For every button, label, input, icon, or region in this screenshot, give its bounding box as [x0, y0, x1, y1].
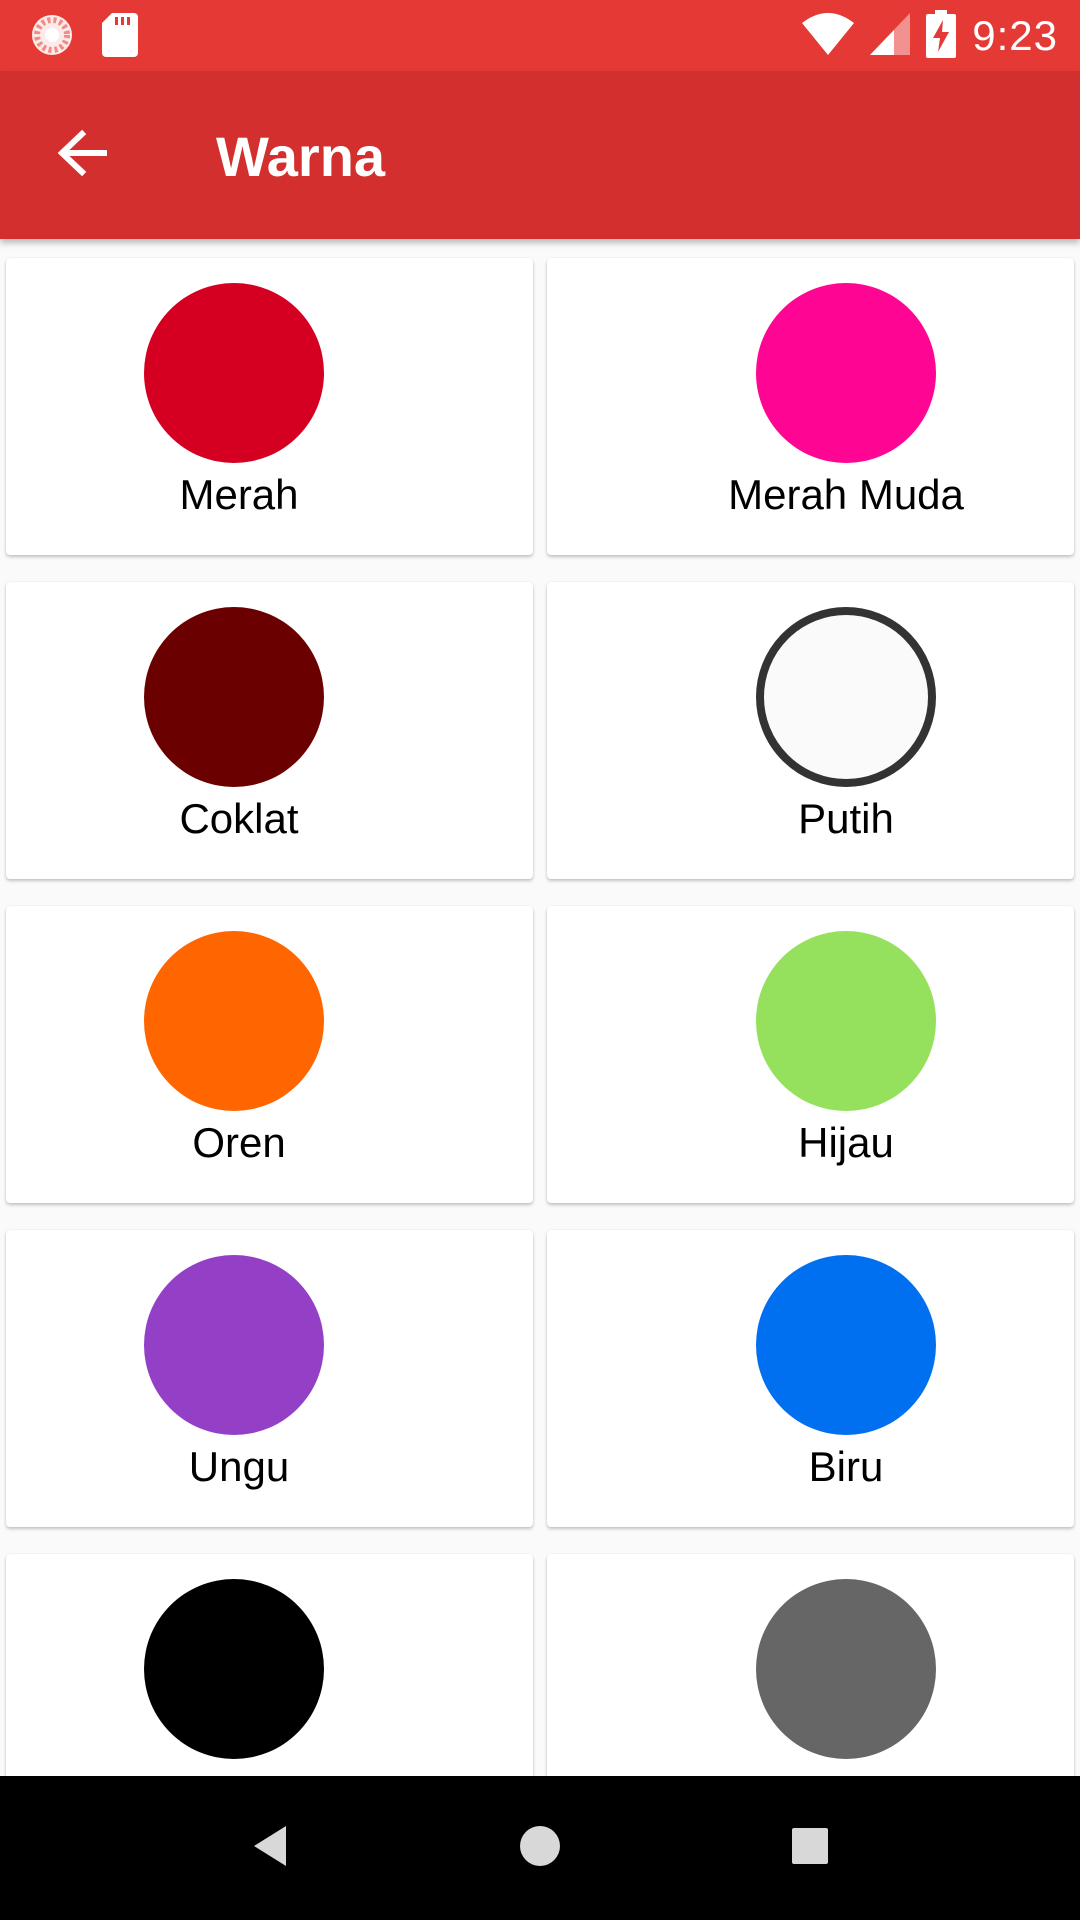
- signal-icon: [870, 12, 911, 60]
- color-swatch: [756, 283, 936, 463]
- navigation-bar: [0, 1776, 1080, 1920]
- color-swatch: [756, 1255, 936, 1435]
- status-bar: 9:23: [0, 0, 1080, 71]
- color-label: Putih: [798, 795, 894, 842]
- color-card[interactable]: Oren: [6, 906, 533, 1203]
- color-card[interactable]: Putih: [547, 582, 1074, 879]
- color-swatch: [756, 931, 936, 1111]
- color-card[interactable]: [547, 1554, 1074, 1776]
- color-card[interactable]: Biru: [547, 1230, 1074, 1527]
- color-swatch: [144, 607, 324, 787]
- color-grid-scroll[interactable]: Merah Merah Muda Coklat Putih Oren Hijau…: [0, 239, 1080, 1776]
- color-card[interactable]: Merah: [6, 258, 533, 555]
- color-swatch: [756, 607, 936, 787]
- nav-home-button[interactable]: [504, 1812, 576, 1884]
- color-swatch: [144, 1255, 324, 1435]
- home-circle-icon: [518, 1824, 562, 1873]
- color-label: Hijau: [798, 1119, 894, 1166]
- color-label: Biru: [808, 1443, 884, 1490]
- arrow-back-icon: [56, 129, 108, 182]
- color-label: Oren: [192, 1119, 286, 1166]
- color-label: Merah: [179, 471, 299, 518]
- page-title: Warna: [216, 125, 386, 188]
- color-label: Coklat: [179, 795, 299, 842]
- color-swatch: [144, 283, 324, 463]
- color-card[interactable]: Hijau: [547, 906, 1074, 1203]
- nav-recents-button[interactable]: [774, 1812, 846, 1884]
- battery-charging-icon: [926, 9, 957, 63]
- wifi-icon: [802, 12, 855, 60]
- nav-back-button[interactable]: [234, 1812, 306, 1884]
- app-bar: Warna: [0, 71, 1080, 239]
- sd-card-icon: [102, 13, 138, 62]
- color-label: Ungu: [188, 1443, 290, 1490]
- color-card[interactable]: Ungu: [6, 1230, 533, 1527]
- color-swatch: [144, 1579, 324, 1759]
- recents-square-icon: [791, 1827, 829, 1870]
- color-card[interactable]: Coklat: [6, 582, 533, 879]
- color-card[interactable]: Merah Muda: [547, 258, 1074, 555]
- color-swatch: [144, 931, 324, 1111]
- loading-spinner-icon: [30, 13, 74, 62]
- back-triangle-icon: [250, 1824, 290, 1873]
- color-swatch: [756, 1579, 936, 1759]
- back-button[interactable]: [40, 113, 124, 197]
- color-label: Merah Muda: [728, 471, 964, 518]
- status-time: 9:23: [972, 12, 1058, 59]
- color-card[interactable]: [6, 1554, 533, 1776]
